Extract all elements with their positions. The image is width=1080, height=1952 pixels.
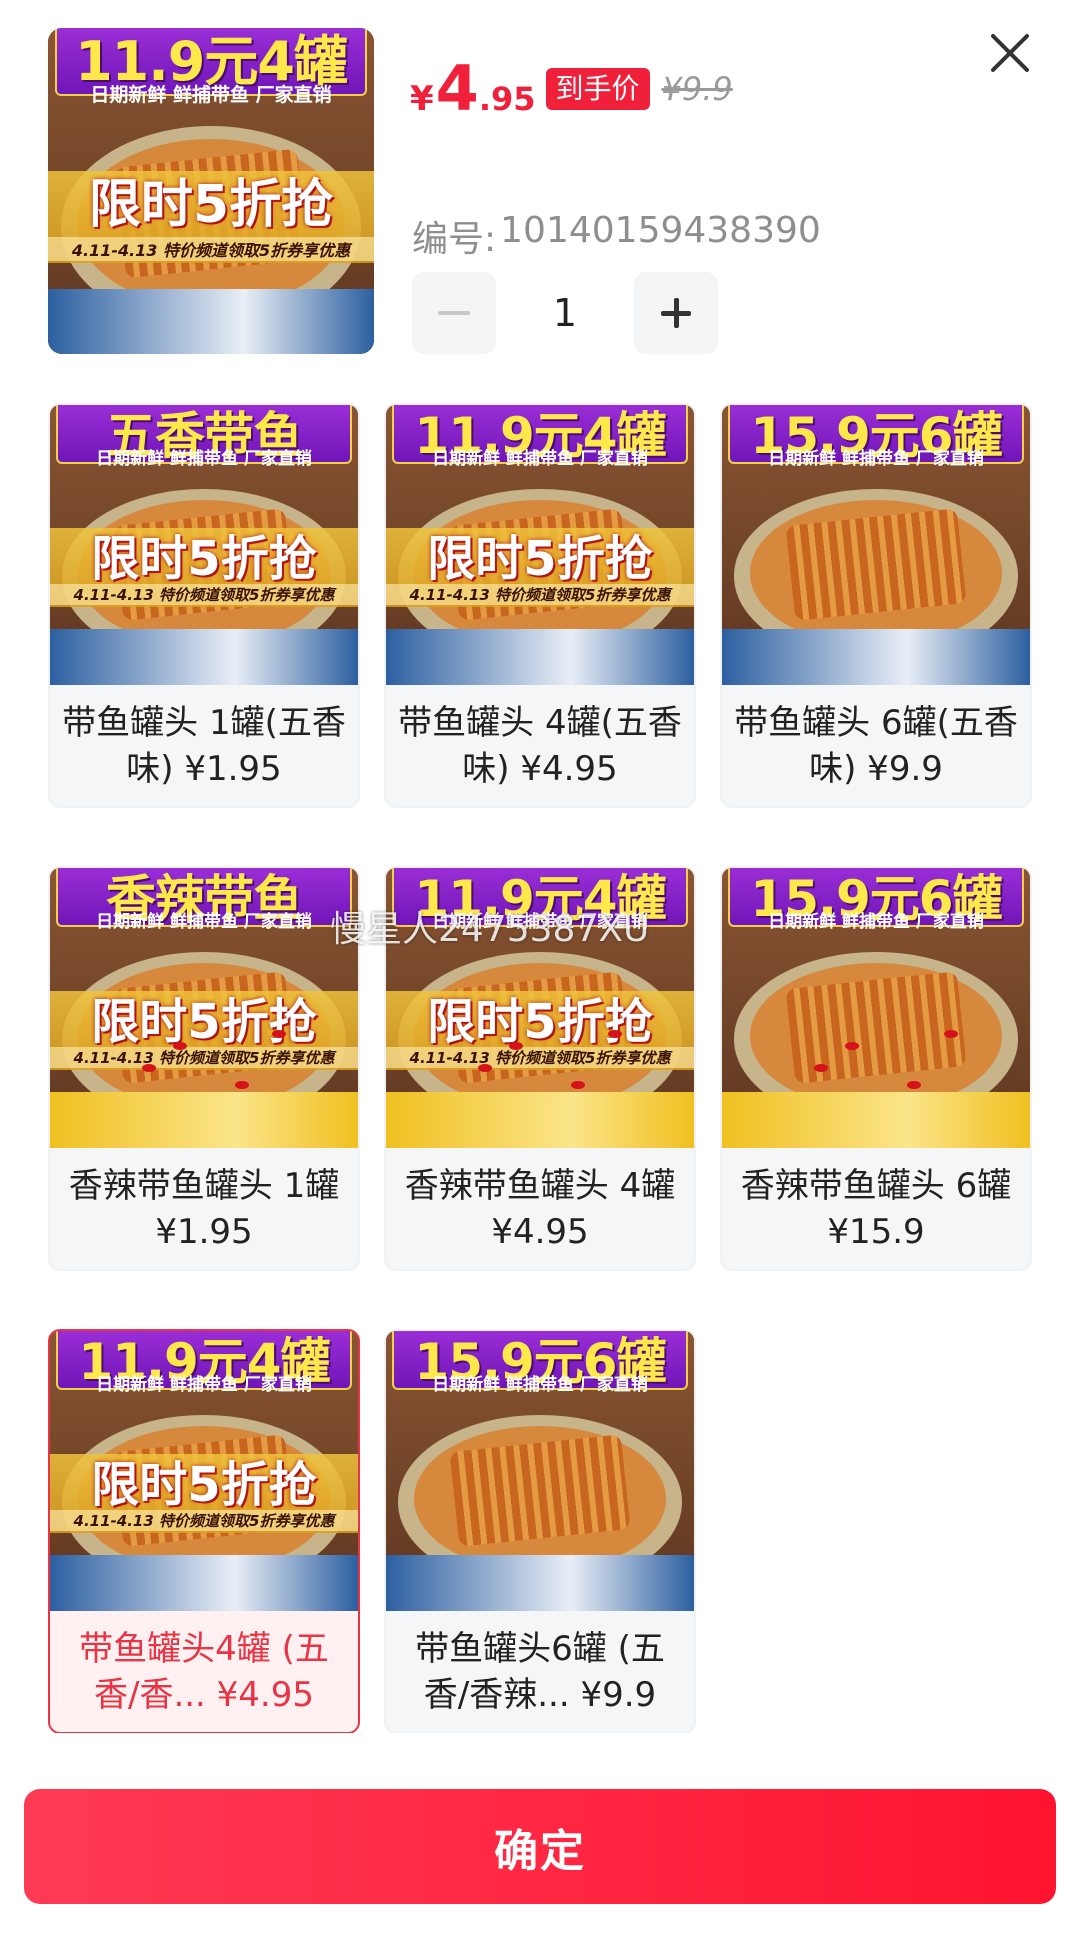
can-body — [722, 629, 1030, 685]
watermark: 慢星人2475387XU — [330, 909, 650, 950]
product-art: 11.9元4罐 日期新鲜 鲜捕带鱼 厂家直销 限时5折抢 4.11-4.13 特价频道… — [50, 1331, 358, 1611]
increase-quantity-button[interactable] — [634, 272, 718, 354]
chili-decoration — [845, 1041, 860, 1050]
product-code: 编号: 10140159438390 — [412, 210, 821, 262]
product-art: 15.9元6罐 日期新鲜 鲜捕带鱼 厂家直销 — [386, 1331, 694, 1611]
banner-subtitle: 日期新鲜 鲜捕带鱼 厂家直销 — [768, 912, 984, 933]
chili-decoration — [234, 1080, 249, 1089]
promo-subtitle: 4.11-4.13 特价频道领取5折券享优惠 — [386, 1047, 694, 1069]
product-art: 11.9元4罐 日期新鲜 鲜捕带鱼 厂家直销 限时5折抢 4.11-4.13 特价频道… — [386, 405, 694, 685]
fish-fillet — [449, 1434, 631, 1547]
sku-image: 15.9元6罐 日期新鲜 鲜捕带鱼 厂家直销 — [722, 868, 1030, 1148]
sku-option-card[interactable]: 15.9元6罐 日期新鲜 鲜捕带鱼 厂家直销香辣带鱼罐头 6罐 ¥15.9 — [720, 866, 1032, 1271]
product-art: 11.9元4罐 日期新鲜 鲜捕带鱼 厂家直销 限时5折抢 4.11-4.13 特… — [48, 28, 374, 354]
chili-decoration — [509, 1041, 524, 1050]
can-body — [50, 1092, 358, 1148]
close-icon[interactable] — [984, 28, 1034, 78]
promo-title: 限时5折抢 — [91, 531, 317, 588]
sku-image: 香辣带鱼 日期新鲜 鲜捕带鱼 厂家直销 限时5折抢 4.11-4.13 特价频道领取5… — [50, 868, 358, 1148]
promo-title: 限时5折抢 — [427, 531, 653, 588]
confirm-button[interactable]: 确定 — [24, 1789, 1056, 1904]
sku-option-card[interactable]: 五香带鱼 日期新鲜 鲜捕带鱼 厂家直销 限时5折抢 4.11-4.13 特价频道领取5… — [48, 403, 360, 808]
promo-subtitle: 4.11-4.13 特价频道领取5折券享优惠 — [386, 584, 694, 606]
chili-decoration — [173, 1041, 188, 1050]
sku-option-card[interactable]: 11.9元4罐 日期新鲜 鲜捕带鱼 厂家直销 限时5折抢 4.11-4.13 特价频道… — [384, 403, 696, 808]
sku-image: 五香带鱼 日期新鲜 鲜捕带鱼 厂家直销 限时5折抢 4.11-4.13 特价频道领取5… — [50, 405, 358, 685]
sku-option-card[interactable]: 15.9元6罐 日期新鲜 鲜捕带鱼 厂家直销带鱼罐头 6罐(五香味) ¥9.9 — [720, 403, 1032, 808]
sku-image: 15.9元6罐 日期新鲜 鲜捕带鱼 厂家直销 — [722, 405, 1030, 685]
product-art: 15.9元6罐 日期新鲜 鲜捕带鱼 厂家直销 — [722, 405, 1030, 685]
sku-label: 带鱼罐头 1罐(五香味) ¥1.95 — [62, 702, 346, 789]
sku-label: 带鱼罐头 4罐(五香味) ¥4.95 — [398, 702, 682, 789]
can-body — [386, 629, 694, 685]
sku-image: 11.9元4罐 日期新鲜 鲜捕带鱼 厂家直销 限时5折抢 4.11-4.13 特价频道… — [50, 1331, 358, 1611]
code-value: 10140159438390 — [500, 210, 821, 251]
can-body — [48, 288, 374, 354]
sku-label: 香辣带鱼罐头 6罐 ¥15.9 — [740, 1165, 1012, 1252]
sku-label: 带鱼罐头 6罐(五香味) ¥9.9 — [734, 702, 1018, 789]
promo-title: 限时5折抢 — [88, 175, 334, 236]
currency-symbol: ¥ — [410, 79, 434, 119]
quantity-stepper: 1 — [412, 272, 718, 354]
main-product-image[interactable]: 11.9元4罐 日期新鲜 鲜捕带鱼 厂家直销 限时5折抢 4.11-4.13 特… — [48, 28, 374, 354]
can-body — [722, 1092, 1030, 1148]
chili-decoration — [906, 1080, 921, 1089]
banner-subtitle: 日期新鲜 鲜捕带鱼 厂家直销 — [432, 1375, 648, 1396]
can-body — [50, 1555, 358, 1611]
final-price-badge: 到手价 — [545, 68, 650, 110]
fish-fillet — [785, 971, 967, 1084]
promo-title: 限时5折抢 — [91, 1457, 317, 1514]
sku-option-card[interactable]: 香辣带鱼 日期新鲜 鲜捕带鱼 厂家直销 限时5折抢 4.11-4.13 特价频道领取5… — [48, 866, 360, 1271]
sku-label: 香辣带鱼罐头 1罐 ¥1.95 — [68, 1165, 340, 1252]
sku-label: 带鱼罐头4罐 (五香/香... ¥4.95 — [79, 1628, 329, 1715]
decrease-quantity-button[interactable] — [412, 272, 496, 354]
product-art: 15.9元6罐 日期新鲜 鲜捕带鱼 厂家直销 — [722, 868, 1030, 1148]
quantity-value[interactable]: 1 — [496, 291, 634, 335]
current-price: ¥ 4 .95 — [410, 58, 536, 120]
can-body — [386, 1092, 694, 1148]
sku-image: 15.9元6罐 日期新鲜 鲜捕带鱼 厂家直销 — [386, 1331, 694, 1611]
promo-subtitle: 4.11-4.13 特价频道领取5折券享优惠 — [50, 1510, 358, 1532]
price-integer: 4 — [435, 52, 479, 125]
banner-subtitle: 日期新鲜 鲜捕带鱼 厂家直销 — [90, 84, 332, 107]
banner-subtitle: 日期新鲜 鲜捕带鱼 厂家直销 — [96, 449, 312, 470]
can-body — [50, 629, 358, 685]
chili-decoration — [570, 1080, 585, 1089]
sku-option-card[interactable]: 11.9元4罐 日期新鲜 鲜捕带鱼 厂家直销 限时5折抢 4.11-4.13 特价频道… — [48, 1329, 360, 1733]
promo-subtitle: 4.11-4.13 特价频道领取5折券享优惠 — [50, 1047, 358, 1069]
product-art: 五香带鱼 日期新鲜 鲜捕带鱼 厂家直销 限时5折抢 4.11-4.13 特价频道领取5… — [50, 405, 358, 685]
can-body — [386, 1555, 694, 1611]
banner-subtitle: 日期新鲜 鲜捕带鱼 厂家直销 — [768, 449, 984, 470]
fish-fillet — [785, 508, 967, 621]
banner-subtitle: 日期新鲜 鲜捕带鱼 厂家直销 — [432, 449, 648, 470]
sku-label: 带鱼罐头6罐 (五香/香辣... ¥9.9 — [415, 1628, 665, 1715]
sku-image: 11.9元4罐 日期新鲜 鲜捕带鱼 厂家直销 限时5折抢 4.11-4.13 特价频道… — [386, 405, 694, 685]
price-row: ¥ 4 .95 到手价 ¥9.9 — [410, 40, 733, 120]
original-price: ¥9.9 — [661, 70, 733, 108]
promo-subtitle: 4.11-4.13 特价频道领取5折券享优惠 — [50, 584, 358, 606]
code-label: 编号: — [412, 219, 497, 260]
sku-header: 11.9元4罐 日期新鲜 鲜捕带鱼 厂家直销 限时5折抢 4.11-4.13 特… — [0, 0, 1080, 370]
sku-grid: 五香带鱼 日期新鲜 鲜捕带鱼 厂家直销 限时5折抢 4.11-4.13 特价频道领取5… — [48, 403, 1032, 1733]
banner-subtitle: 日期新鲜 鲜捕带鱼 厂家直销 — [96, 1375, 312, 1396]
promo-subtitle: 4.11-4.13 特价频道领取5折券享优惠 — [48, 236, 374, 261]
promo-title: 限时5折抢 — [427, 994, 653, 1051]
sku-label: 香辣带鱼罐头 4罐 ¥4.95 — [404, 1165, 676, 1252]
sku-option-card[interactable]: 15.9元6罐 日期新鲜 鲜捕带鱼 厂家直销带鱼罐头6罐 (五香/香辣... ¥9… — [384, 1329, 696, 1733]
banner-subtitle: 日期新鲜 鲜捕带鱼 厂家直销 — [96, 912, 312, 933]
price-decimal: .95 — [478, 80, 536, 118]
product-art: 香辣带鱼 日期新鲜 鲜捕带鱼 厂家直销 限时5折抢 4.11-4.13 特价频道领取5… — [50, 868, 358, 1148]
promo-title: 限时5折抢 — [91, 994, 317, 1051]
